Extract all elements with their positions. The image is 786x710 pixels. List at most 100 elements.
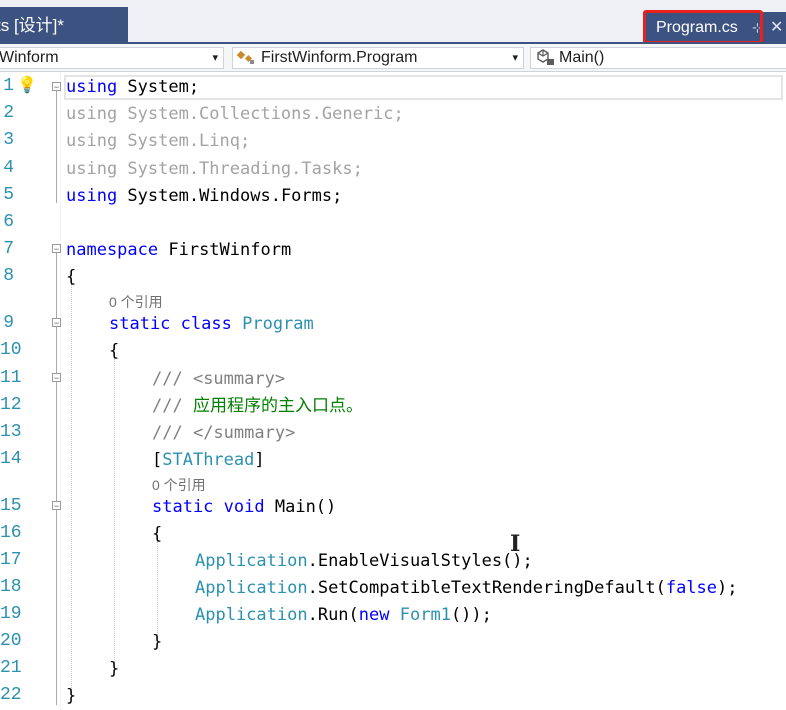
line-number: 13 — [0, 422, 22, 442]
class-icon — [236, 49, 257, 68]
text-cursor-icon: I — [510, 531, 521, 557]
collapse-toggle[interactable]: − — [52, 318, 61, 328]
code-text: [ — [152, 450, 163, 470]
code-line-12: /// 应用程序的主入口点。 — [152, 396, 363, 416]
keyword: class — [180, 314, 232, 334]
code-line-7: namespace FirstWinform — [66, 240, 291, 260]
indent-guide — [157, 541, 158, 641]
collapse-toggle[interactable]: − — [52, 501, 61, 511]
project-dropdown[interactable]: Winform ▾ — [0, 47, 224, 69]
designer-tab-label: ts [设计]* — [0, 16, 65, 35]
doc-comment-tag: <summary> — [182, 369, 286, 389]
line-number: 15 — [0, 496, 22, 516]
line-number: 19 — [0, 604, 22, 624]
line-number: 12 — [0, 395, 22, 415]
member-dropdown-label: Main() — [559, 49, 605, 66]
method-icon — [535, 49, 557, 68]
class-dropdown-label: FirstWinform.Program — [261, 49, 418, 66]
code-text: System.Windows.Forms; — [117, 186, 343, 206]
code-line-13: /// </summary> — [152, 423, 295, 443]
reference-count-hint[interactable]: 0 个引用 — [109, 292, 163, 312]
code-line-20: } — [152, 632, 163, 652]
code-line-9: static class Program — [109, 314, 314, 334]
chevron-down-icon: ▾ — [212, 52, 218, 64]
keyword: using — [66, 186, 118, 206]
class-dropdown[interactable]: FirstWinform.Program ▾ — [232, 47, 524, 69]
code-line-16: { — [152, 524, 163, 544]
close-icon[interactable]: ✕ — [770, 12, 783, 44]
document-tab-strip: ts [设计]* Program.cs ⊹ ✕ — [0, 0, 786, 44]
code-text: .SetCompatibleTextRenderingDefault( — [307, 578, 666, 598]
code-line-19: Application.Run(new Form1()); — [195, 605, 492, 625]
keyword: void — [223, 497, 265, 517]
code-line-2: using System.Collections.Generic; — [66, 104, 404, 124]
doc-comment-prefix: /// — [152, 396, 183, 416]
code-text: ()); — [450, 605, 492, 625]
code-editor[interactable]: 💡 1 2 3 4 5 6 7 8 9 10 11 12 13 14 15 16… — [0, 72, 786, 710]
code-text: FirstWinform — [158, 240, 292, 260]
line-number: 20 — [0, 631, 22, 651]
lightbulb-icon[interactable]: 💡 — [17, 75, 37, 95]
code-line-4: using System.Threading.Tasks; — [66, 159, 363, 179]
code-line-1: using System; — [66, 77, 199, 97]
code-line-3: using System.Linq; — [66, 131, 251, 151]
designer-tab[interactable]: ts [设计]* — [0, 7, 128, 44]
code-text: System; — [117, 77, 200, 97]
keyword: new — [358, 605, 390, 625]
code-line-21: } — [109, 659, 120, 679]
outline-line — [56, 91, 57, 203]
keyword: namespace — [66, 240, 159, 260]
code-text: ); — [717, 578, 738, 598]
code-line-15: static void Main() — [152, 497, 336, 517]
line-number: 6 — [3, 212, 14, 232]
tab-highlight-box — [643, 10, 763, 44]
code-text: .EnableVisualStyles(); — [307, 551, 533, 571]
code-line-18: Application.SetCompatibleTextRenderingDe… — [195, 578, 738, 598]
member-dropdown[interactable]: Main() — [530, 47, 786, 69]
code-line-22: } — [66, 686, 77, 706]
line-number: 3 — [3, 130, 14, 150]
code-line-5: using System.Windows.Forms; — [66, 186, 342, 206]
code-text: .Run( — [307, 605, 359, 625]
line-number: 17 — [0, 550, 22, 570]
code-line-14: [STAThread] — [152, 450, 265, 470]
indent-guide — [71, 284, 72, 696]
chevron-down-icon: ▾ — [512, 52, 518, 64]
keyword: false — [665, 578, 718, 598]
line-number: 11 — [0, 368, 22, 388]
line-number: 4 — [3, 158, 14, 178]
line-number: 1 — [3, 76, 14, 96]
type-name: Application — [195, 605, 308, 625]
collapse-toggle[interactable]: − — [52, 373, 61, 383]
indent-guide — [114, 358, 115, 668]
doc-comment-text: 应用程序的主入口点。 — [182, 396, 363, 416]
collapse-toggle[interactable]: − — [52, 244, 61, 254]
attribute-name: STAThread — [162, 450, 255, 470]
type-name: Form1 — [399, 605, 451, 625]
code-text: Main() — [264, 497, 337, 517]
code-line-10: { — [109, 341, 120, 361]
gutter-divider — [60, 72, 61, 710]
line-number: 18 — [0, 577, 22, 597]
doc-comment-tag: </summary> — [182, 423, 296, 443]
type-name: Program — [242, 314, 314, 334]
code-text: ] — [254, 450, 265, 470]
keyword: static — [109, 314, 171, 334]
doc-comment-prefix: /// — [152, 369, 183, 389]
collapse-toggle[interactable]: − — [52, 82, 61, 92]
line-number: 2 — [3, 103, 14, 123]
line-number: 8 — [3, 266, 14, 286]
line-number: 21 — [0, 658, 22, 678]
reference-count-hint[interactable]: 0 个引用 — [152, 475, 206, 495]
line-number: 5 — [3, 185, 14, 205]
line-number: 9 — [3, 313, 14, 333]
line-number: 22 — [0, 685, 22, 705]
code-line-17: Application.EnableVisualStyles(); — [195, 551, 533, 571]
line-number: 7 — [3, 239, 14, 259]
line-number: 10 — [0, 340, 22, 360]
navigation-bar: Winform ▾ FirstWinform.Program ▾ Main() — [0, 44, 786, 72]
